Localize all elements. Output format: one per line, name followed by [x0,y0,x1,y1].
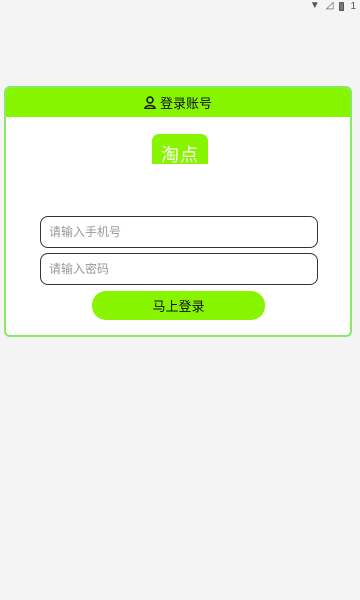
card-title: 登录账号 [159,97,212,112]
user-icon [144,96,156,109]
card-header: 登录账号 [6,88,350,117]
status-bar: ▼ ◿ 1 [0,0,360,12]
password-input[interactable] [40,253,318,285]
status-clock: 1 [350,0,356,12]
wifi-icon: ▼ [309,0,320,11]
logo-text: 淘点 [161,145,199,164]
no-signal-icon: ◿ [325,0,334,11]
phone-input[interactable] [40,216,318,248]
login-button[interactable]: 马上登录 [92,291,265,320]
app-logo: 淘点 [152,134,208,164]
battery-icon [339,1,345,11]
login-card: 登录账号 淘点 马上登录 [4,86,352,337]
